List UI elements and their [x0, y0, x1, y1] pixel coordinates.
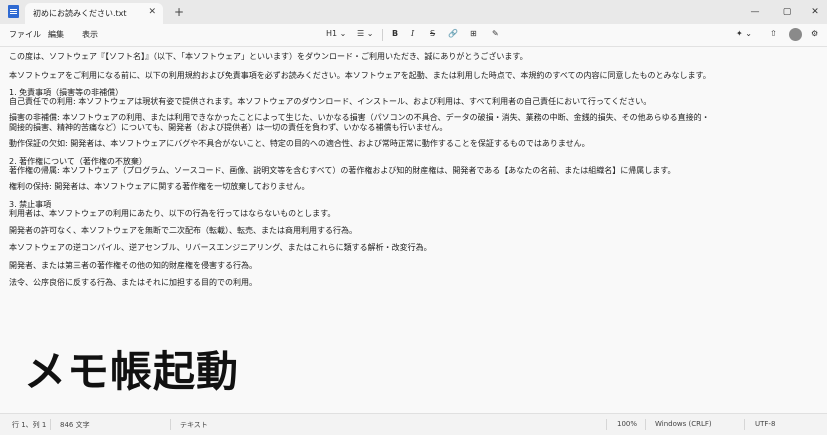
- table-icon[interactable]: ⊞: [470, 29, 477, 38]
- text-format[interactable]: テキスト: [180, 420, 208, 430]
- menu-edit[interactable]: 編集: [48, 29, 64, 40]
- bold-button[interactable]: B: [392, 29, 398, 38]
- new-tab-button[interactable]: +: [174, 5, 184, 19]
- share-icon[interactable]: ⇧: [770, 29, 777, 38]
- notepad-app-icon: [8, 5, 19, 18]
- document-line: この度は、ソフトウェア『【ソフト名】』（以下、「本ソフトウェア」といいます）をダ…: [9, 52, 528, 61]
- close-window-button[interactable]: ✕: [800, 3, 827, 21]
- document-line: 動作保証の欠如: 開発者は、本ソフトウェアにバグや不具合がないこと、特定の目的へ…: [9, 139, 590, 148]
- document-line: 権利の保持: 開発者は、本ソフトウェアに関する著作権を一切放棄しておりません。: [9, 182, 310, 191]
- zoom-level[interactable]: 100%: [617, 420, 637, 428]
- settings-gear-icon[interactable]: ⚙: [811, 29, 818, 38]
- document-line: 法令、公序良俗に反する行為、またはそれに加担する目的での利用。: [9, 278, 257, 287]
- strikethrough-button[interactable]: S: [430, 29, 435, 38]
- tab-document[interactable]: 初めにお読みください.txt ✕: [25, 3, 163, 24]
- close-tab-icon[interactable]: ✕: [148, 7, 156, 17]
- status-divider: [170, 419, 171, 430]
- line-ending[interactable]: Windows (CRLF): [655, 420, 712, 428]
- encoding[interactable]: UTF-8: [755, 420, 775, 428]
- copilot-icon[interactable]: ✦ ⌄: [736, 29, 752, 38]
- status-bar: 行 1、列 1 846 文字 テキスト 100% Windows (CRLF) …: [0, 413, 827, 435]
- list-dropdown[interactable]: ☰ ⌄: [357, 29, 373, 38]
- status-divider: [744, 419, 745, 430]
- document-line: 利用者は、本ソフトウェアの利用にあたり、以下の行為を行ってはならないものとします…: [9, 209, 336, 218]
- document-line: 本ソフトウェアの逆コンパイル、逆アセンブル、リバースエンジニアリング、またはこれ…: [9, 243, 432, 252]
- document-line: 間接的損害、精神的苦痛など）についても、開発者（および提供者）は一切の責任を負わ…: [9, 123, 448, 132]
- menu-view[interactable]: 表示: [82, 29, 98, 40]
- title-bar: 初めにお読みください.txt ✕ + — ▢ ✕: [0, 0, 827, 24]
- toolbar-divider: [382, 29, 383, 41]
- status-divider: [606, 419, 607, 430]
- document-line: 自己責任での利用: 本ソフトウェアは現状有姿で提供されます。本ソフトウェアのダウ…: [9, 97, 652, 106]
- avatar[interactable]: [789, 28, 802, 41]
- cursor-position: 行 1、列 1: [12, 421, 47, 429]
- document-line: 著作権の帰属: 本ソフトウェア（プログラム、ソースコード、画像、説明文等を含むす…: [9, 166, 676, 175]
- document-line: 本ソフトウェアをご利用になる前に、以下の利用規約および免責事項を必ずお読みくださ…: [9, 71, 711, 80]
- clear-formatting-icon[interactable]: ✎: [492, 29, 499, 38]
- italic-button[interactable]: I: [411, 29, 414, 38]
- character-count: 846 文字: [60, 421, 90, 429]
- link-icon[interactable]: 🔗: [448, 29, 458, 38]
- document-line: 開発者、または第三者の著作権その他の知的財産権を侵害する行為。: [9, 261, 257, 270]
- document-line: 開発者の許可なく、本ソフトウェアを無断で二次配布（転載）、転売、または商用利用す…: [9, 226, 357, 235]
- menu-file[interactable]: ファイル: [9, 29, 41, 40]
- minimize-button[interactable]: —: [740, 3, 770, 21]
- document-line: 損害の非補償: 本ソフトウェアの利用、または利用できなかったことによって生じた、…: [9, 113, 710, 122]
- tab-title: 初めにお読みください.txt: [33, 9, 127, 18]
- status-divider: [645, 419, 646, 430]
- menu-bar: ファイル 編集 表示 H1 ⌄ ☰ ⌄ B I S 🔗 ⊞ ✎ ✦ ⌄ ⇧ ⚙: [0, 24, 827, 47]
- maximize-button[interactable]: ▢: [772, 3, 802, 21]
- video-caption: メモ帳起動: [24, 347, 240, 396]
- status-divider: [50, 419, 51, 430]
- heading-dropdown[interactable]: H1 ⌄: [326, 29, 346, 38]
